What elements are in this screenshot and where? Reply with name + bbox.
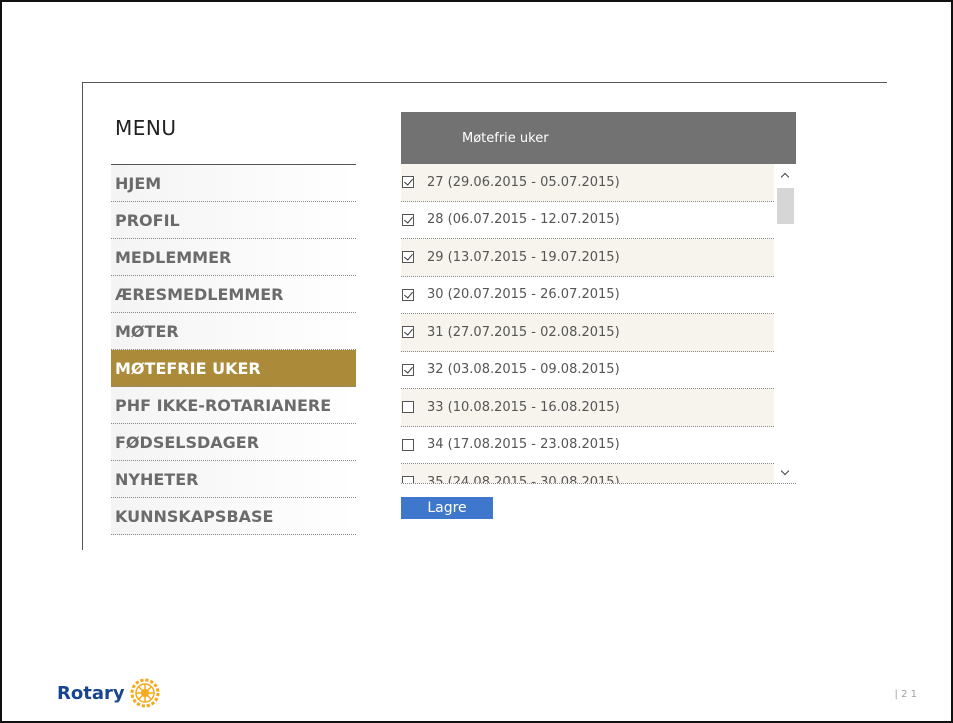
page-number: | 2 1 <box>894 689 917 700</box>
logo-text: Rotary <box>57 682 125 704</box>
week-row[interactable]: 31 (27.07.2015 - 02.08.2015) <box>401 314 774 352</box>
left-divider <box>82 82 83 550</box>
rotary-wheel-icon <box>130 678 160 708</box>
menu-item[interactable]: MEDLEMMER <box>111 239 356 276</box>
week-label: 30 (20.07.2015 - 26.07.2015) <box>427 287 620 303</box>
week-row[interactable]: 35 (24.08.2015 - 30.08.2015) <box>401 464 774 484</box>
week-label: 34 (17.08.2015 - 23.08.2015) <box>427 437 620 453</box>
scrollbar[interactable] <box>774 164 796 483</box>
week-row[interactable]: 28 (06.07.2015 - 12.07.2015) <box>401 201 774 239</box>
rotary-logo: Rotary <box>57 676 162 710</box>
scroll-up-icon[interactable] <box>774 166 796 184</box>
week-row[interactable]: 33 (10.08.2015 - 16.08.2015) <box>401 389 774 427</box>
week-checkbox[interactable] <box>402 176 414 189</box>
week-checkbox[interactable] <box>402 326 414 339</box>
week-checkbox[interactable] <box>402 251 414 264</box>
menu-item[interactable]: MØTEFRIE UKER <box>111 350 356 387</box>
week-label: 29 (13.07.2015 - 19.07.2015) <box>427 249 620 265</box>
menu-item[interactable]: ÆRESMEDLEMMER <box>111 276 356 313</box>
top-divider <box>82 82 887 83</box>
scroll-down-icon[interactable] <box>774 463 796 481</box>
scroll-thumb[interactable] <box>777 188 794 224</box>
menu-item[interactable]: HJEM <box>111 165 356 202</box>
week-checkbox[interactable] <box>402 438 414 451</box>
menu-title: MENU <box>115 116 177 140</box>
save-button[interactable]: Lagre <box>401 497 493 519</box>
week-label: 33 (10.08.2015 - 16.08.2015) <box>427 399 620 415</box>
week-row[interactable]: 32 (03.08.2015 - 09.08.2015) <box>401 351 774 389</box>
week-label: 27 (29.06.2015 - 05.07.2015) <box>427 174 620 190</box>
week-checkbox[interactable] <box>402 476 414 483</box>
week-label: 28 (06.07.2015 - 12.07.2015) <box>427 212 620 228</box>
week-label: 31 (27.07.2015 - 02.08.2015) <box>427 324 620 340</box>
menu-item[interactable]: MØTER <box>111 313 356 350</box>
week-label: 32 (03.08.2015 - 09.08.2015) <box>427 362 620 378</box>
week-row[interactable]: 29 (13.07.2015 - 19.07.2015) <box>401 239 774 277</box>
week-checkbox[interactable] <box>402 363 414 376</box>
menu-item[interactable]: KUNNSKAPSBASE <box>111 498 356 535</box>
week-checkbox[interactable] <box>402 213 414 226</box>
week-rows: 27 (29.06.2015 - 05.07.2015) 28 (06.07.20… <box>401 164 774 484</box>
week-row[interactable]: 27 (29.06.2015 - 05.07.2015) <box>401 164 774 202</box>
menu-item[interactable]: FØDSELSDAGER <box>111 424 356 461</box>
week-checkbox[interactable] <box>402 401 414 414</box>
menu-item[interactable]: PHF IKKE-ROTARIANERE <box>111 387 356 424</box>
panel-header: Møtefrie uker <box>401 112 796 164</box>
weeks-panel: Møtefrie uker 27 (29.06.2015 - 05.07.201… <box>401 112 796 484</box>
week-label: 35 (24.08.2015 - 30.08.2015) <box>427 474 620 484</box>
week-checkbox[interactable] <box>402 288 414 301</box>
week-row[interactable]: 30 (20.07.2015 - 26.07.2015) <box>401 276 774 314</box>
sidebar-menu: HJEM PROFIL MEDLEMMER ÆRESMEDLEMMER MØTER MØT… <box>111 164 356 535</box>
menu-item[interactable]: NYHETER <box>111 461 356 498</box>
week-list[interactable]: 27 (29.06.2015 - 05.07.2015) 28 (06.07.20… <box>401 164 796 484</box>
slide: MENU HJEM PROFIL MEDLEMMER ÆRESMEDLEMMER MØT… <box>0 0 953 723</box>
week-row[interactable]: 34 (17.08.2015 - 23.08.2015) <box>401 426 774 464</box>
menu-item[interactable]: PROFIL <box>111 202 356 239</box>
